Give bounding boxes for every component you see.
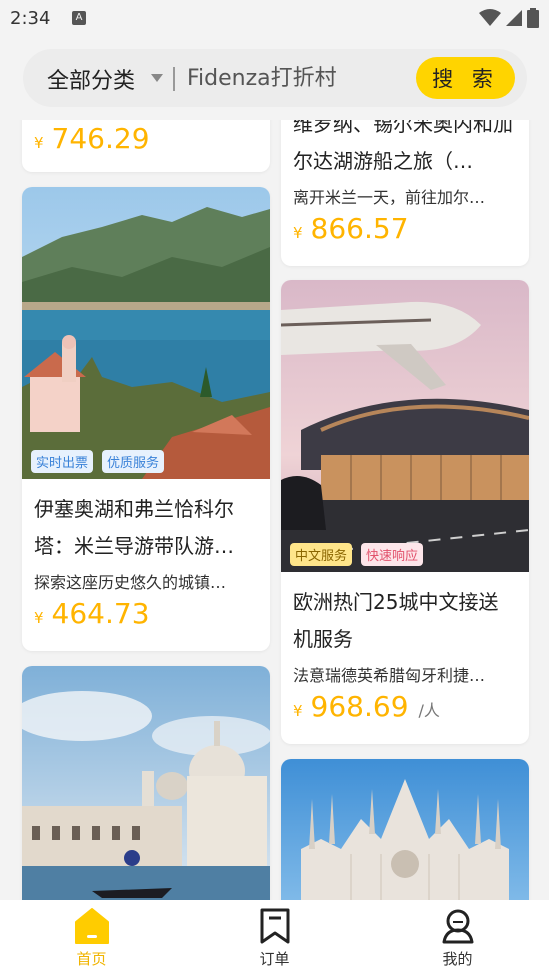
bottom-nav: 首页 订单 我的 bbox=[0, 900, 549, 976]
price-value: 968.69 bbox=[310, 690, 409, 723]
nav-label: 订单 bbox=[259, 950, 290, 968]
signal-icon bbox=[506, 10, 522, 26]
price-currency: ¥ bbox=[293, 224, 303, 242]
product-card[interactable] bbox=[22, 666, 270, 926]
product-card[interactable]: 实时出票 优质服务 伊塞奥湖和弗兰恰科尔塔：米兰导游带队游… 探索这座历史悠久的… bbox=[22, 187, 270, 651]
battery-icon bbox=[527, 8, 539, 28]
search-input[interactable] bbox=[187, 61, 407, 95]
price-currency: ¥ bbox=[34, 609, 44, 627]
search-header: 全部分类 搜 索 bbox=[0, 36, 549, 120]
sim-card-icon: A bbox=[72, 11, 86, 25]
category-selector[interactable]: 全部分类 bbox=[47, 63, 135, 95]
nav-item-home[interactable]: 首页 bbox=[0, 900, 183, 976]
service-tag: 实时出票 bbox=[31, 450, 94, 473]
price-unit: /人 bbox=[418, 701, 440, 720]
product-card[interactable]: 中文服务 快速响应 欧洲热门25城中文接送机服务 法意瑞德英希腊匈牙利捷… ¥ … bbox=[281, 280, 529, 744]
price-value: 746.29 bbox=[51, 122, 150, 155]
price: ¥ 746.29 bbox=[34, 122, 150, 155]
price-value: 464.73 bbox=[51, 597, 150, 630]
service-tag: 优质服务 bbox=[102, 450, 165, 473]
search-button[interactable]: 搜 索 bbox=[416, 57, 515, 99]
price-value: 866.57 bbox=[310, 212, 409, 245]
service-tag: 快速响应 bbox=[361, 543, 424, 566]
bookmark-icon bbox=[260, 908, 289, 944]
search-divider bbox=[173, 67, 175, 91]
nav-label: 我的 bbox=[442, 950, 473, 968]
wifi-icon bbox=[479, 9, 501, 26]
price: ¥ 968.69 /人 bbox=[293, 690, 440, 723]
product-title: 伊塞奥湖和弗兰恰科尔塔：米兰导游带队游… bbox=[34, 497, 234, 558]
price: ¥ 866.57 bbox=[293, 212, 409, 245]
product-description: 离开米兰一天，前往加尔… bbox=[293, 188, 486, 207]
nav-label: 首页 bbox=[76, 950, 107, 968]
lake-photo bbox=[22, 187, 270, 479]
airport-photo bbox=[281, 280, 529, 572]
user-icon bbox=[442, 909, 473, 944]
service-tag: 中文服务 bbox=[290, 543, 353, 566]
product-title: 欧洲热门25城中文接送机服务 bbox=[293, 590, 499, 651]
venice-photo bbox=[22, 666, 270, 926]
status-time: 2:34 bbox=[10, 8, 51, 29]
search-bar: 全部分类 搜 索 bbox=[23, 49, 527, 107]
product-description: 探索这座历史悠久的城镇… bbox=[34, 573, 227, 592]
price-currency: ¥ bbox=[34, 134, 44, 152]
status-bar: 2:34 A bbox=[0, 0, 549, 36]
status-icons bbox=[479, 8, 539, 28]
nav-item-profile[interactable]: 我的 bbox=[366, 900, 549, 976]
product-description: 法意瑞德英希腊匈牙利捷… bbox=[293, 666, 486, 685]
home-icon bbox=[74, 908, 109, 944]
nav-item-orders[interactable]: 订单 bbox=[183, 900, 366, 976]
chevron-down-icon[interactable] bbox=[151, 74, 163, 82]
price: ¥ 464.73 bbox=[34, 597, 150, 630]
price-currency: ¥ bbox=[293, 702, 303, 720]
